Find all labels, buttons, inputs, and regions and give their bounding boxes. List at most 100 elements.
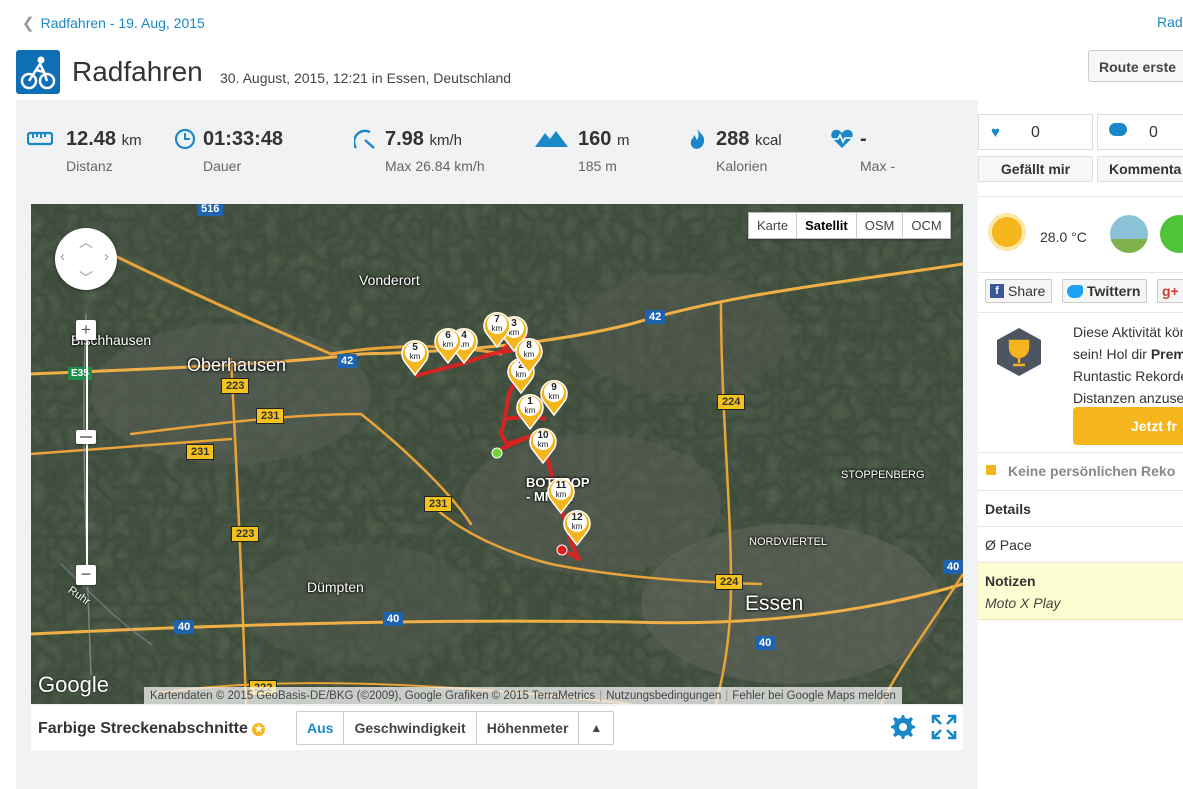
records-label: Keine persönlichen Reko — [1008, 463, 1176, 479]
road-shield: 40 — [755, 636, 776, 650]
road-shield: 40 — [383, 612, 404, 626]
zoom-slider-handle[interactable] — [76, 430, 96, 444]
like-count-box: ♥ 0 — [978, 114, 1093, 150]
twitter-icon — [1067, 284, 1083, 298]
trophy-icon — [996, 327, 1042, 380]
notes-title: Notizen — [985, 573, 1036, 589]
stat-unit: m — [616, 132, 630, 149]
zoom-slider-track[interactable] — [86, 338, 88, 576]
pan-left-icon[interactable]: ‹ — [60, 248, 65, 265]
upgrade-button[interactable]: Jetzt fr — [1073, 407, 1183, 445]
back-link-label: Radfahren - 19. Aug, 2015 — [40, 15, 205, 31]
page-title: Radfahren — [72, 56, 203, 87]
place-label: Oberhausen — [187, 355, 287, 375]
route-map[interactable]: 516 42 42 223 231 231 231 223 224 224 40… — [31, 204, 963, 704]
map-type-karte[interactable]: Karte — [749, 213, 798, 238]
pan-right-icon[interactable]: › — [104, 248, 109, 265]
zoom-out-button[interactable]: − — [76, 565, 96, 585]
weather-row: 28.0 °C — [978, 196, 1183, 272]
road-shield: 40 — [943, 560, 963, 574]
facebook-share-button[interactable]: f Share — [985, 279, 1052, 303]
stat-unit: kcal — [754, 132, 782, 149]
map-type-ocm[interactable]: OCM — [903, 213, 949, 238]
map-type-satellit[interactable]: Satellit — [797, 213, 857, 238]
stat-value: 7.98 — [385, 128, 424, 150]
km-marker[interactable]: 5 km — [400, 338, 430, 376]
stat-value: 01:33:48 — [203, 128, 284, 150]
segment-label-text: Farbige Streckenabschnitte — [38, 720, 248, 737]
road-shield: 224 — [715, 574, 744, 590]
ruler-icon — [27, 131, 53, 146]
place-label: Essen — [745, 592, 804, 615]
km-marker[interactable]: 10 km — [528, 426, 558, 464]
temperature: 28.0 °C — [1040, 229, 1087, 245]
segment-expand-button[interactable]: ▲ — [579, 712, 613, 744]
pan-down-icon[interactable]: ﹀ — [79, 268, 93, 288]
report-error-link[interactable]: Fehler bei Google Maps melden — [732, 690, 896, 702]
next-activity-link[interactable]: Rad — [1157, 14, 1183, 30]
comment-count-box: 0 — [1097, 114, 1183, 150]
stat-label: Kalorien — [716, 158, 768, 174]
stat-label: Max 26.84 km/h — [385, 158, 485, 174]
twitter-share-button[interactable]: Twittern — [1062, 279, 1147, 303]
promo-row: Diese Aktivität kön sein! Hol dir Prem R… — [978, 312, 1183, 452]
segment-option-elevation[interactable]: Höhenmeter — [477, 712, 580, 744]
details-header: Details — [978, 490, 1183, 526]
terms-link[interactable]: Nutzungsbedingungen — [606, 690, 721, 702]
km-marker[interactable]: 12 km — [562, 508, 592, 546]
records-row: Keine persönlichen Reko — [978, 452, 1183, 488]
km-marker[interactable]: 6 km — [433, 326, 463, 364]
comment-count: 0 — [1149, 124, 1158, 141]
road-shield: E35 — [68, 367, 92, 380]
map-type-osm[interactable]: OSM — [857, 213, 904, 238]
premium-star-icon: ★ — [252, 723, 266, 736]
road-shield: 42 — [645, 310, 666, 324]
segment-label: Farbige Streckenabschnitte ★ — [38, 720, 266, 738]
road-shield: 231 — [256, 408, 285, 424]
stat-label: 185 m — [578, 158, 617, 174]
road-shield: 223 — [231, 526, 260, 542]
back-link[interactable]: ❮ Radfahren - 19. Aug, 2015 — [22, 14, 205, 32]
google-logo: Google — [38, 672, 109, 697]
place-label: Dümpten — [307, 579, 364, 595]
create-route-button[interactable]: Route erste — [1088, 50, 1183, 82]
km-marker-unit: km — [491, 324, 503, 333]
km-marker[interactable]: 9 km — [539, 378, 569, 416]
road-shield: 40 — [174, 620, 195, 634]
place-label: Vonderort — [359, 272, 420, 288]
km-marker-unit: km — [409, 352, 421, 361]
surface-road-icon — [1110, 215, 1148, 253]
segment-option-off[interactable]: Aus — [297, 712, 345, 744]
km-marker[interactable]: 8 km — [514, 336, 544, 374]
like-button[interactable]: Gefällt mir — [978, 156, 1093, 182]
km-marker-unit: km — [523, 350, 535, 359]
facebook-icon: f — [990, 284, 1004, 298]
gplus-share-button[interactable]: g+ — [1157, 279, 1183, 303]
stat-value: 12.48 — [66, 128, 117, 150]
segment-options: Aus Geschwindigkeit Höhenmeter ▲ — [296, 711, 615, 745]
facebook-share-label: Share — [1008, 283, 1046, 299]
details-title: Details — [985, 501, 1031, 517]
segment-option-speed[interactable]: Geschwindigkeit — [344, 712, 477, 744]
zoom-in-button[interactable]: + — [76, 320, 96, 340]
chevron-left-icon: ❮ — [22, 15, 35, 32]
km-marker[interactable]: 7 km — [482, 310, 512, 348]
place-label: STOPPENBERG — [841, 469, 925, 481]
feeling-smiley-icon — [1160, 215, 1183, 253]
gear-icon[interactable] — [890, 714, 916, 740]
cycling-icon — [16, 50, 60, 94]
road-shield: 231 — [424, 496, 453, 512]
comment-button[interactable]: Kommenta — [1097, 156, 1183, 182]
heart-icon: ♥ — [991, 124, 1000, 141]
map-pan-control[interactable]: ︿ ﹀ ‹ › — [55, 228, 117, 290]
pan-up-icon[interactable]: ︿ — [79, 232, 93, 252]
speedometer-icon — [354, 129, 375, 149]
road-shield: 224 — [717, 394, 746, 410]
medal-icon — [986, 465, 996, 475]
km-marker-unit: km — [524, 406, 536, 415]
notes-box: Notizen Moto X Play — [978, 562, 1183, 620]
fullscreen-icon[interactable] — [931, 714, 957, 740]
km-marker-unit: km — [548, 392, 560, 401]
stat-label: Dauer — [203, 158, 242, 174]
place-label: NORDVIERTEL — [749, 536, 828, 548]
